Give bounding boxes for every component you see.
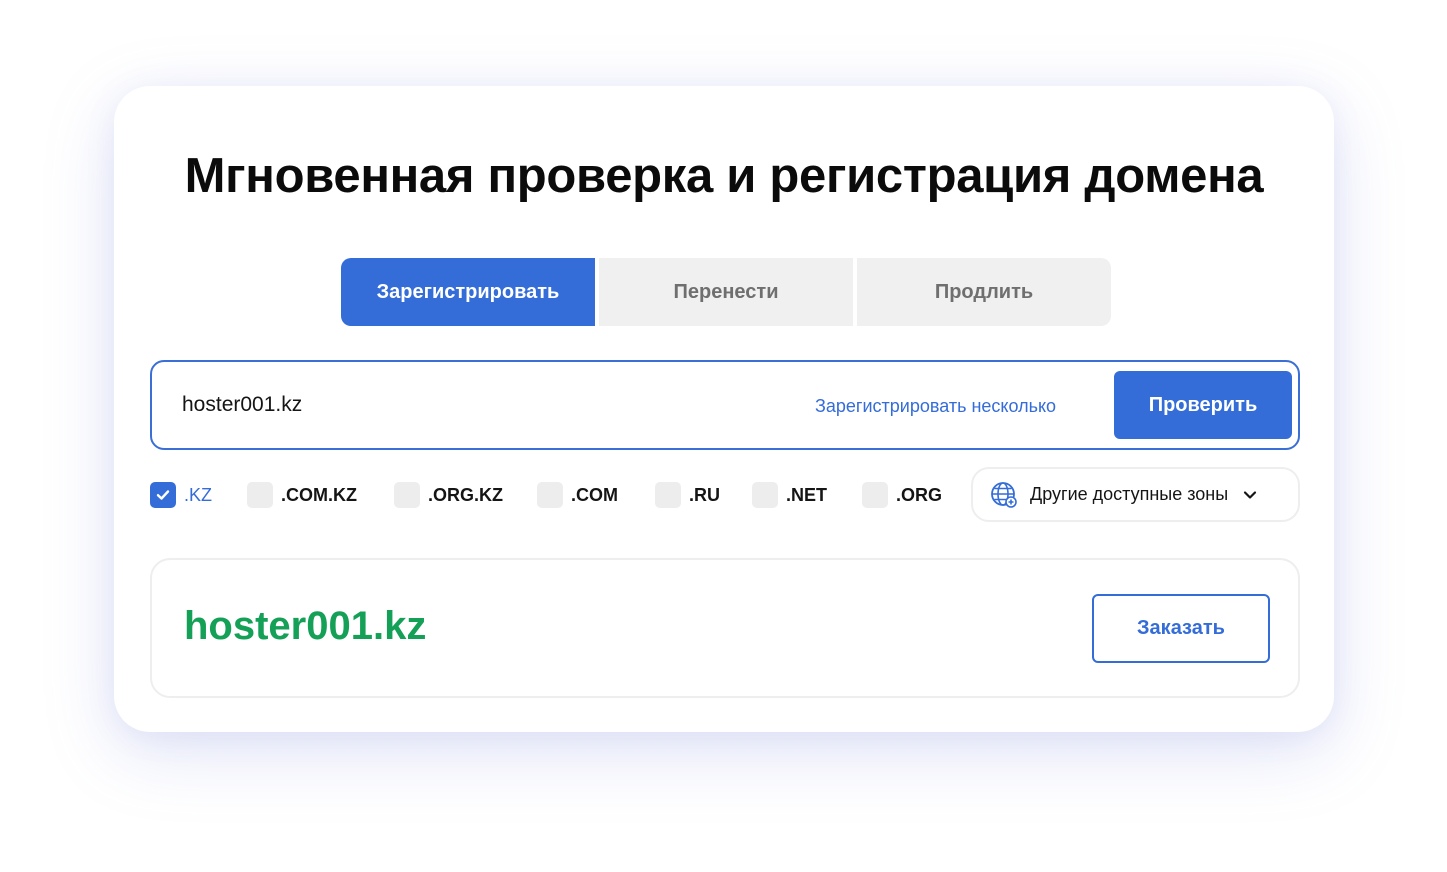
- zone-checkbox-net[interactable]: .NET: [752, 482, 827, 508]
- checkbox-empty-icon: [394, 482, 420, 508]
- zone-label: .NET: [786, 484, 828, 505]
- result-row: hoster001.kz Заказать: [150, 558, 1300, 698]
- zone-checkbox-org-kz[interactable]: .ORG.KZ: [394, 482, 503, 508]
- zone-label: .KZ: [184, 484, 213, 505]
- zone-checkbox-ru[interactable]: .RU: [655, 482, 720, 508]
- check-button[interactable]: Проверить: [1114, 371, 1292, 439]
- other-zones-label: Другие доступные зоны: [1030, 484, 1229, 504]
- chevron-down-icon: [1244, 490, 1257, 499]
- domain-check-card: Мгновенная проверка и регистрация домена…: [114, 86, 1334, 732]
- zone-label: .COM.KZ: [281, 484, 357, 505]
- checkbox-empty-icon: [862, 482, 888, 508]
- order-button[interactable]: Заказать: [1092, 594, 1270, 663]
- zone-label: .RU: [689, 484, 720, 505]
- page-title: Мгновенная проверка и регистрация домена: [184, 149, 1264, 203]
- zone-label: .COM: [571, 484, 618, 505]
- domain-search-bar: Зарегистрировать несколько Проверить: [150, 360, 1300, 450]
- action-tabs: Зарегистрировать Перенести Продлить: [341, 258, 1111, 326]
- globe-icon: [991, 481, 1017, 508]
- zone-checkbox-kz[interactable]: .KZ: [150, 482, 212, 508]
- zone-checkbox-org[interactable]: .ORG: [862, 482, 942, 508]
- checkbox-empty-icon: [537, 482, 563, 508]
- checkbox-checked-icon: [150, 482, 176, 508]
- zone-checkbox-com[interactable]: .COM: [537, 482, 618, 508]
- tab-transfer[interactable]: Перенести: [599, 258, 853, 326]
- register-multiple-link[interactable]: Зарегистрировать несколько: [815, 396, 1056, 417]
- tab-register[interactable]: Зарегистрировать: [341, 258, 595, 326]
- zone-checkbox-com-kz[interactable]: .COM.KZ: [247, 482, 357, 508]
- other-zones-dropdown[interactable]: Другие доступные зоны: [971, 467, 1300, 522]
- available-domain: hoster001.kz: [184, 604, 427, 648]
- domain-search-input[interactable]: [182, 384, 742, 426]
- checkbox-empty-icon: [247, 482, 273, 508]
- zone-label: .ORG: [896, 484, 943, 505]
- zone-label: .ORG.KZ: [428, 484, 503, 505]
- zone-checkboxes: .KZ .COM.KZ .ORG.KZ .COM .RU .NET .ORG: [150, 482, 970, 508]
- checkbox-empty-icon: [655, 482, 681, 508]
- checkbox-empty-icon: [752, 482, 778, 508]
- tab-renew[interactable]: Продлить: [857, 258, 1111, 326]
